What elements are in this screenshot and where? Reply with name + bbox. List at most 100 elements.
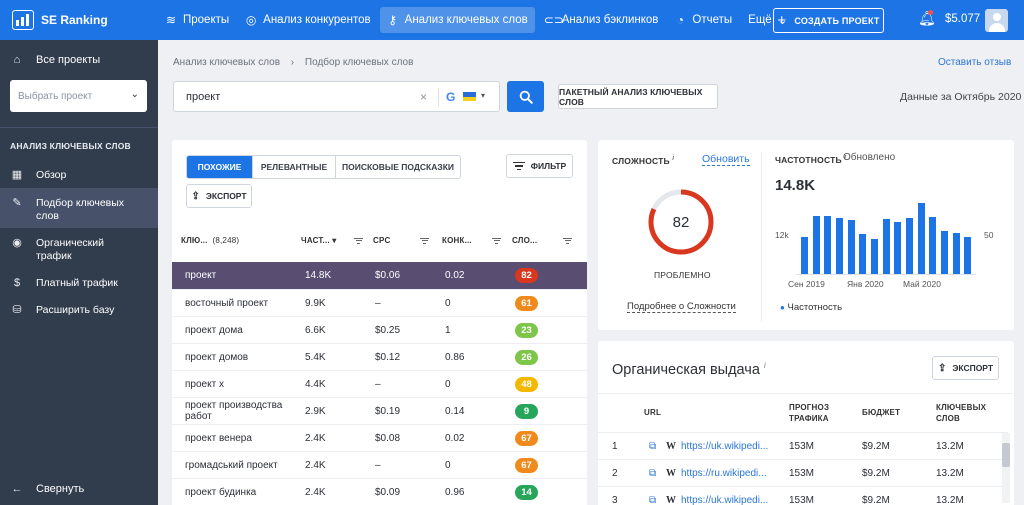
nav-item-1[interactable]: ◎ Анализ конкурентов xyxy=(238,7,378,33)
col-competition[interactable]: КОНК... xyxy=(442,236,472,245)
filter-icon[interactable] xyxy=(420,236,429,245)
filter-label: ФИЛЬТР xyxy=(530,161,567,171)
scrollbar[interactable] xyxy=(1002,433,1010,503)
x-tick: Янв 2020 xyxy=(847,279,884,289)
col-traffic[interactable]: ПРОГНОЗ ТРАФИКА xyxy=(789,402,829,424)
table-row[interactable]: 3 ⧉ Whttps://uk.wikipedi... 153M $9.2M 13.2M xyxy=(598,486,1008,505)
difficulty-update-link[interactable]: Обновить xyxy=(702,153,750,166)
filter-icon[interactable] xyxy=(354,236,363,245)
tab-relevant[interactable]: РЕЛЕВАНТНЫЕ xyxy=(253,156,336,178)
account-balance[interactable]: $5.077 xyxy=(945,13,980,25)
table-row[interactable]: проект дома 6.6K $0.25 1 23 xyxy=(172,316,587,343)
all-projects-label: Все проекты xyxy=(36,54,101,66)
chart-bar[interactable] xyxy=(917,203,925,274)
project-select[interactable]: Выбрать проект ⌄ xyxy=(10,80,147,112)
nav-item-0[interactable]: ≋ Проекты xyxy=(158,7,236,33)
ukraine-flag-icon[interactable] xyxy=(463,92,476,101)
col-keyword[interactable]: КЛЮ... (8,248) xyxy=(181,236,239,245)
cpc-cell: – xyxy=(375,298,381,309)
table-row[interactable]: проект венера 2.4K $0.08 0.02 67 xyxy=(172,424,587,451)
col-keywords[interactable]: КЛЮЧЕВЫХ СЛОВ xyxy=(936,402,986,424)
chart-bar[interactable] xyxy=(929,216,937,274)
chart-bar[interactable] xyxy=(871,238,878,274)
col-url[interactable]: URL xyxy=(644,407,661,418)
col-difficulty[interactable]: СЛО... xyxy=(512,236,537,245)
competition-cell: 0.02 xyxy=(445,433,465,444)
create-project-button[interactable]: + СОЗДАТЬ ПРОЕКТ xyxy=(773,8,884,33)
nav-item-4[interactable]: ◔ Отчеты xyxy=(667,7,739,33)
keyword-cell[interactable]: проект х xyxy=(185,379,224,390)
sidebar-item-2[interactable]: ◉ Органический трафик xyxy=(0,233,158,273)
search-button[interactable] xyxy=(507,81,544,112)
sidebar-item-0[interactable]: ▦ Обзор xyxy=(0,165,158,187)
chevron-down-icon[interactable]: ▾ xyxy=(481,91,485,100)
chart-bar[interactable] xyxy=(882,218,890,274)
table-row[interactable]: 2 ⧉ Whttps://ru.wikipedi... 153M $9.2M 13.2M xyxy=(598,459,1008,486)
col-budget[interactable]: БЮДЖЕТ xyxy=(862,407,900,418)
keyword-cell[interactable]: восточный проект xyxy=(185,298,268,309)
google-icon: G xyxy=(446,90,456,104)
app-logo[interactable]: SE Ranking xyxy=(0,10,158,30)
table-row[interactable]: проект домов 5.4K $0.12 0.86 26 xyxy=(172,343,587,370)
chart-bar[interactable] xyxy=(941,231,948,274)
chart-bar[interactable] xyxy=(824,216,832,274)
table-row[interactable]: 1 ⧉ Whttps://uk.wikipedi... 153M $9.2M 13.2M xyxy=(598,432,1008,459)
filter-button[interactable]: ФИЛЬТР xyxy=(506,154,573,178)
keyword-cell[interactable]: проект венера xyxy=(185,433,252,444)
table-row[interactable]: проект будинка 2.4K $0.09 0.96 14 xyxy=(172,478,587,505)
external-link-icon[interactable]: ⧉ xyxy=(649,441,656,452)
col-cpc[interactable]: CPC xyxy=(373,236,391,245)
external-link-icon[interactable]: ⧉ xyxy=(649,495,656,505)
keyword-cell[interactable]: проект xyxy=(185,270,216,281)
chart-bar[interactable] xyxy=(812,216,820,274)
nav-item-2[interactable]: ⚷ Анализ ключевых слов xyxy=(379,7,535,33)
chart-bar[interactable] xyxy=(952,233,960,274)
keywords-export-button[interactable]: ⇪ ЭКСПОРТ xyxy=(186,184,252,208)
sidebar-all-projects[interactable]: ⌂ Все проекты xyxy=(10,54,101,66)
keyword-search-input[interactable]: проект xyxy=(186,91,220,103)
keyword-cell[interactable]: громадський проект xyxy=(185,460,278,471)
filter-icon[interactable] xyxy=(563,236,572,245)
tab-search-suggestions[interactable]: ПОИСКОВЫЕ ПОДСКАЗКИ xyxy=(336,156,460,178)
user-avatar[interactable] xyxy=(985,9,1008,32)
sidebar-item-1[interactable]: ✎ Подбор ключевых слов xyxy=(0,188,158,228)
feedback-link[interactable]: Оставить отзыв xyxy=(938,57,1011,68)
sidebar-item-4[interactable]: ⛁ Расширить базу xyxy=(0,300,158,322)
url-link[interactable]: https://uk.wikipedi... xyxy=(681,441,768,452)
layers-icon: ≋ xyxy=(165,13,177,27)
volume-cell: 4.4K xyxy=(305,379,326,390)
nav-item-3[interactable]: ⊂⊃ Анализ бэклинков xyxy=(537,7,666,33)
breadcrumb-parent[interactable]: Анализ ключевых слов xyxy=(173,57,280,68)
table-row[interactable]: восточный проект 9.9K – 0 61 xyxy=(172,289,587,316)
table-row[interactable]: громадський проект 2.4K – 0 67 xyxy=(172,451,587,478)
chart-bar[interactable] xyxy=(906,218,913,274)
competition-cell: 0.96 xyxy=(445,487,465,498)
filter-icon[interactable] xyxy=(492,236,501,245)
sidebar-collapse[interactable]: ← Свернуть xyxy=(10,483,85,495)
chart-bar[interactable] xyxy=(836,218,843,274)
url-link[interactable]: https://uk.wikipedi... xyxy=(681,495,768,505)
external-link-icon[interactable]: ⧉ xyxy=(649,468,656,479)
col-volume[interactable]: ЧАСТ... ▾ xyxy=(301,236,337,245)
chart-bar[interactable] xyxy=(801,237,808,274)
organic-export-button[interactable]: ⇪ ЭКСПОРТ xyxy=(932,356,999,380)
url-link[interactable]: https://ru.wikipedi... xyxy=(681,468,767,479)
batch-keyword-analysis-button[interactable]: ПАКЕТНЫЙ АНАЛИЗ КЛЮЧЕВЫХ СЛОВ xyxy=(558,84,718,109)
tab-similar[interactable]: ПОХОЖИЕ xyxy=(187,156,253,178)
keyword-cell[interactable]: проект дома xyxy=(185,325,243,336)
keyword-search-box[interactable]: проект × G ▾ xyxy=(173,81,500,112)
chart-bar[interactable] xyxy=(964,236,972,274)
keyword-cell[interactable]: проект будинка xyxy=(185,487,256,498)
difficulty-more-link[interactable]: Подробнее о Сложности xyxy=(627,301,736,313)
table-row[interactable]: проект производства работ 2.9K $0.19 0.14 9 xyxy=(172,397,587,424)
chart-bar[interactable] xyxy=(894,221,902,274)
table-row[interactable]: проект х 4.4K – 0 48 xyxy=(172,370,587,397)
clear-icon[interactable]: × xyxy=(420,90,427,104)
chart-bar[interactable] xyxy=(859,233,867,274)
sidebar-item-3[interactable]: $ Платный трафик xyxy=(0,273,158,295)
table-row[interactable]: проект 14.8K $0.06 0.02 82 xyxy=(172,262,587,289)
chart-bar[interactable] xyxy=(847,219,855,274)
keyword-cell[interactable]: проект производства работ xyxy=(185,400,295,422)
bell-icon[interactable]: 🔔︎ xyxy=(918,10,936,27)
keyword-cell[interactable]: проект домов xyxy=(185,352,248,363)
